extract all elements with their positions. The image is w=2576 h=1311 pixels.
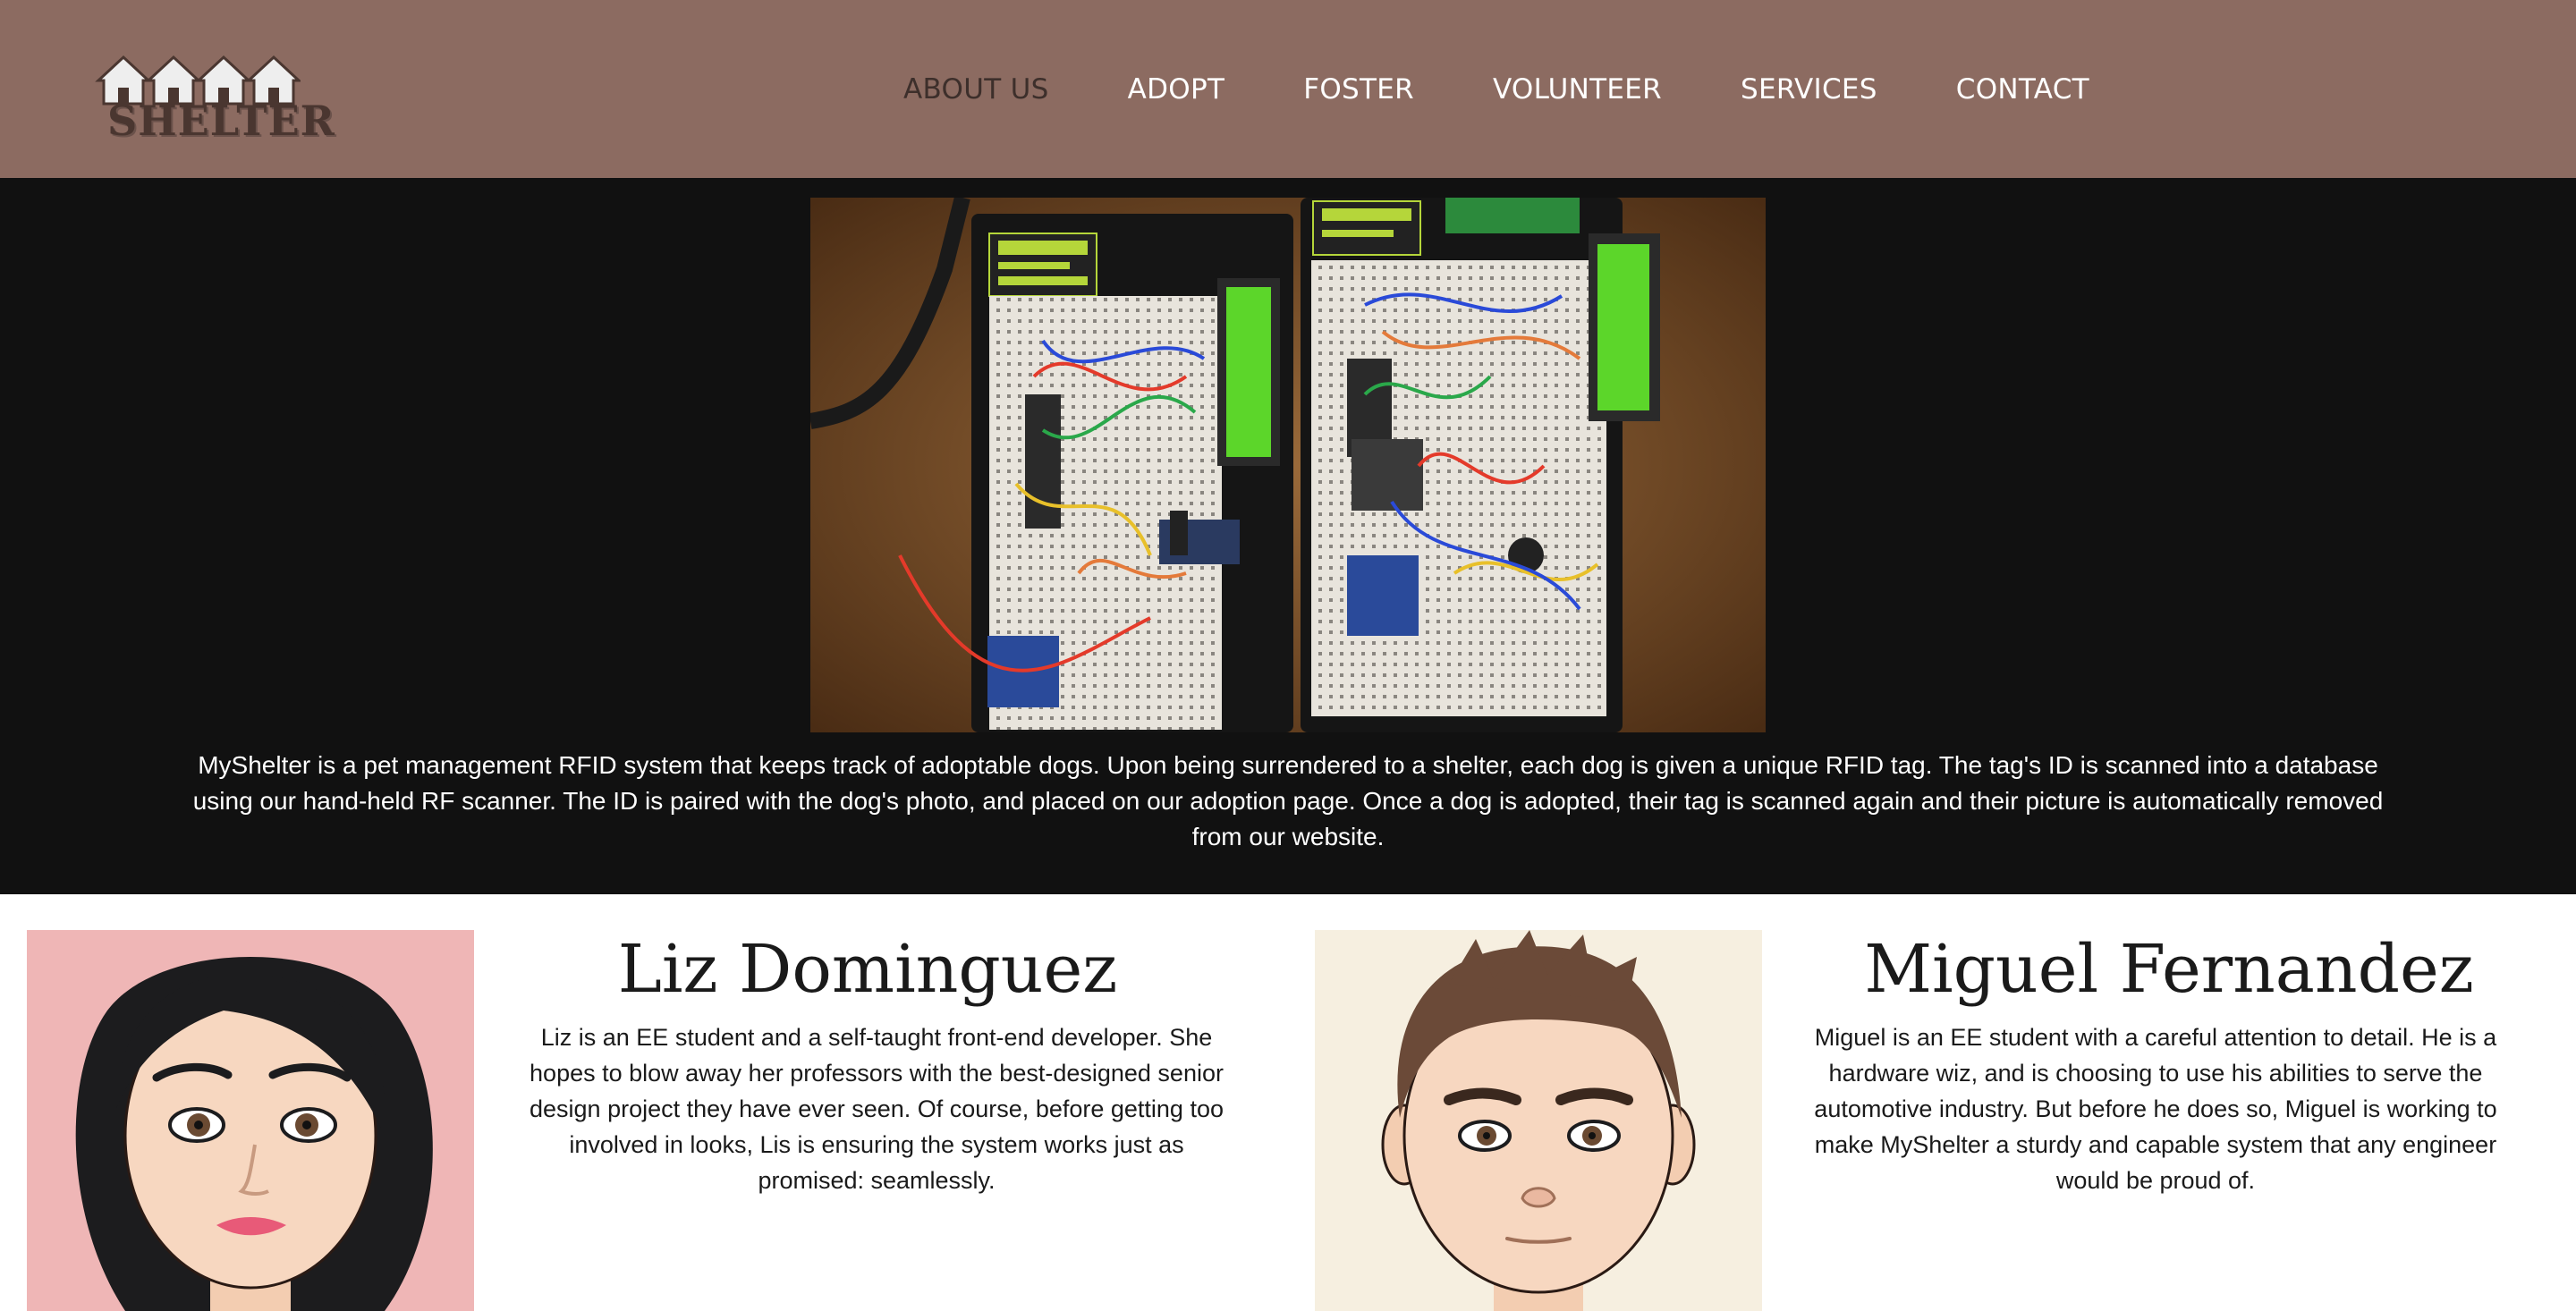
breadboard-photo <box>810 198 1766 732</box>
project-description: MyShelter is a pet management RFID syste… <box>192 751 2384 850</box>
miguel-avatar <box>1315 930 1762 1311</box>
member-bio: Liz is an EE student and a self-taught f… <box>530 1024 1224 1194</box>
nav-about-us[interactable]: ABOUT US <box>903 73 1049 106</box>
site-header: SHELTER ABOUT US ADOPT FOSTER VOLUNTEER … <box>0 0 2576 178</box>
team-member-miguel: Miguel Fernandez Miguel is an EE student… <box>1288 930 2576 1311</box>
nav-contact[interactable]: CONTACT <box>1956 73 2089 106</box>
main-nav: ABOUT US ADOPT FOSTER VOLUNTEER SERVICES… <box>903 59 2089 120</box>
nav-services[interactable]: SERVICES <box>1741 73 1877 106</box>
logo-text: SHELTER <box>107 97 335 145</box>
member-name: Miguel Fernandez <box>1864 931 2474 1008</box>
nav-foster[interactable]: FOSTER <box>1303 73 1414 106</box>
nav-adopt[interactable]: ADOPT <box>1128 73 1225 106</box>
team-member-liz: Liz Dominguez Liz is an EE student and a… <box>0 930 1288 1311</box>
shelter-logo[interactable]: SHELTER <box>95 50 335 145</box>
member-bio: Miguel is an EE student with a careful a… <box>1814 1024 2497 1194</box>
nav-volunteer[interactable]: VOLUNTEER <box>1493 73 1662 106</box>
liz-avatar <box>27 930 474 1311</box>
member-name: Liz Dominguez <box>617 931 1118 1008</box>
hero-section: MyShelter is a pet management RFID syste… <box>0 178 2576 894</box>
